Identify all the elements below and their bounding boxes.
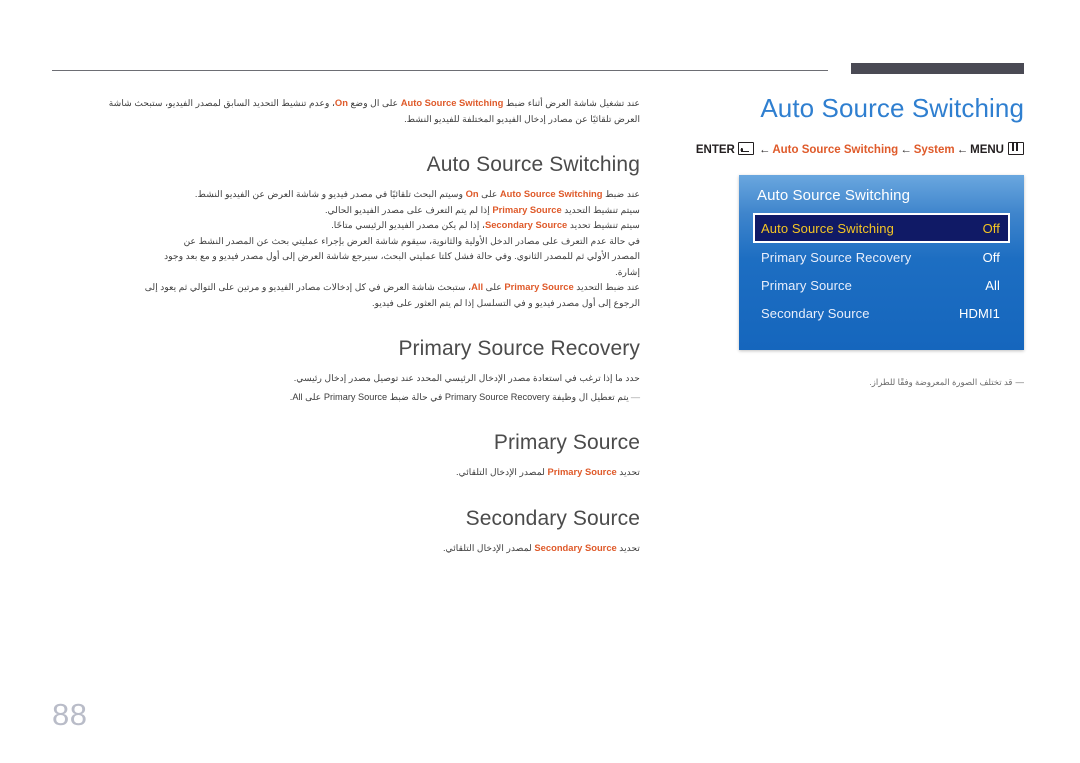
section-0-line-6-text-0: عند ضبط التحديد xyxy=(573,282,640,292)
osd-row-value: All xyxy=(985,277,1000,293)
note-dash: ― xyxy=(1015,377,1025,387)
section-0-paragraph-6: عند ضبط التحديد Primary Source على All، … xyxy=(52,280,640,295)
menu-key-icon xyxy=(1008,142,1024,155)
section-0-line-6-keyword-3: All xyxy=(471,281,484,292)
section-0-paragraph-2: سيتم تنشيط تحديد Secondary Source، إذا ل… xyxy=(52,218,640,233)
section-0-line-7-text-0: الرجوع إلى أول مصدر فيديو و في التسلسل إ… xyxy=(372,297,640,308)
left-body-column: عند تشغيل شاشة العرض أثناء ضبط Auto Sour… xyxy=(52,96,640,555)
section-0-paragraph-5: إشارة. xyxy=(52,265,640,280)
section-2-paragraph-0: تحديد Primary Source لمصدر الإدخال التلق… xyxy=(52,465,640,480)
section-2-line-0-text-2: لمصدر الإدخال التلقائي. xyxy=(456,467,548,477)
note-bullet-dash: ― xyxy=(630,391,640,402)
section-0-line-3-text-0: في حالة عدم التعرف على مصادر الدخل الأول… xyxy=(183,235,640,246)
osd-row-auto-source-switching[interactable]: Auto Source Switching Off xyxy=(753,213,1010,243)
section-0-paragraph-1: سيتم تنشيط التحديد Primary Source إذا لم… xyxy=(52,203,640,218)
section-1-note-text-4: على xyxy=(302,391,324,402)
section-0-line-2-text-2: ، إذا لم يكن مصدر الفيديو الرئيسي متاحًا… xyxy=(331,220,485,230)
intro-paragraph-line-2: العرض تلقائيًا عن مصادر إدخال الفيديو ال… xyxy=(404,113,640,124)
content-sections: Auto Source Switching عند ضبط Auto Source… xyxy=(52,152,640,555)
section-0-paragraph-7: الرجوع إلى أول مصدر فيديو و في التسلسل إ… xyxy=(52,296,640,311)
section-title-secondary-source: Secondary Source xyxy=(465,506,640,530)
nav-enter-label: ENTER xyxy=(695,144,735,156)
section-1-note-text-2: في حالة ضبط xyxy=(387,391,445,402)
section-0-line-0-text-4: وسيتم البحث تلقائيًا في مصدر فيديو و شاش… xyxy=(194,189,466,199)
section-1-note-keyword-3: Primary Source xyxy=(323,391,388,402)
section-title-auto-source-switching: Auto Source Switching xyxy=(426,153,640,176)
section-0-line-0-keyword-1: Auto Source Switching xyxy=(499,188,603,199)
osd-menu-title: Auto Source Switching xyxy=(757,187,911,204)
nav-menu-label: MENU xyxy=(970,144,1004,156)
osd-row-primary-source-recovery[interactable]: Primary Source Recovery Off xyxy=(753,243,1010,271)
enter-key-icon xyxy=(737,142,754,155)
section-0-line-2-text-0: سيتم تنشيط تحديد xyxy=(567,220,640,230)
osd-row-secondary-source[interactable]: Secondary Source HDMI1 xyxy=(753,299,1010,327)
section-0-line-6-text-4: ، ستبحث شاشة العرض في كل إدخالات مصادر ا… xyxy=(144,282,472,292)
nav-arrow-2: ← xyxy=(900,144,912,156)
intro-text-b: على ال وضع xyxy=(347,98,401,108)
osd-row-label: Primary Source Recovery xyxy=(761,249,912,265)
osd-row-primary-source[interactable]: Primary Source All xyxy=(753,271,1010,299)
section-0-line-4-text-0: المصدر الأولي ثم للمصدر الثانوي. وفي حال… xyxy=(164,251,640,261)
section-0-paragraph-0: عند ضبط Auto Source Switching على On وسي… xyxy=(52,187,640,202)
section-1-note: ―يتم تعطيل ال وظيفة Primary Source Recov… xyxy=(52,390,640,405)
section-1-note-keyword-5: All xyxy=(292,391,303,402)
nav-arrow-1: ← xyxy=(758,144,771,156)
osd-row-label: Secondary Source xyxy=(761,305,870,321)
section-0-paragraph-4: المصدر الأولي ثم للمصدر الثانوي. وفي حال… xyxy=(52,249,640,264)
intro-keyword-on: On xyxy=(334,97,348,108)
section-1-note-text-0: يتم تعطيل ال وظيفة xyxy=(549,391,629,402)
section-0-line-6-keyword-1: Primary Source xyxy=(504,281,574,292)
nav-arrow-3: ← xyxy=(956,144,969,156)
section-0-paragraph-3: في حالة عدم التعرف على مصادر الدخل الأول… xyxy=(52,234,640,249)
osd-row-label: Auto Source Switching xyxy=(761,220,894,236)
section-0-line-6-text-2: على xyxy=(483,282,505,292)
intro-keyword-auto-source-switching: Auto Source Switching xyxy=(400,97,504,108)
header-rule-right xyxy=(851,63,1024,74)
section-2-line-0-keyword-1: Primary Source xyxy=(547,466,617,477)
section-2-line-0-text-0: تحديد xyxy=(616,467,640,477)
section-3-line-0-keyword-1: Secondary Source xyxy=(534,541,617,553)
section-title-primary-source-recovery: Primary Source Recovery xyxy=(398,337,640,360)
intro-paragraph-line-1: عند تشغيل شاشة العرض أثناء ضبط Auto Sour… xyxy=(52,96,640,111)
header-rule-left xyxy=(52,70,828,71)
page-number: 88 xyxy=(52,697,88,732)
section-0-line-0-keyword-3: On xyxy=(465,188,479,199)
nav-item-auto-source-switching[interactable]: Auto Source Switching xyxy=(772,144,898,156)
note-text: قد تختلف الصورة المعروضة وفقًا للطراز. xyxy=(869,377,1013,387)
intro-text-a: عند تشغيل شاشة العرض أثناء ضبط xyxy=(503,98,640,108)
model-disclaimer-note: ―قد تختلف الصورة المعروضة وفقًا للطراز. xyxy=(740,376,1024,389)
nav-item-system[interactable]: System xyxy=(914,144,955,156)
section-0-line-1-text-2: إذا لم يتم التعرف على مصدر الفيديو الحال… xyxy=(324,204,493,215)
section-1-line-0-text-0: حدد ما إذا ترغب في استعادة مصدر الإدخال … xyxy=(293,373,640,383)
section-1-paragraph-0: حدد ما إذا ترغب في استعادة مصدر الإدخال … xyxy=(52,371,640,386)
intro-text-c: ، وعدم تنشيط التحديد السابق لمصدر الفيدي… xyxy=(108,98,335,108)
section-0-line-1-text-0: سيتم تنشيط التحديد xyxy=(561,204,640,215)
section-1-note-keyword-1: Primary Source Recovery xyxy=(444,391,550,402)
section-0-line-5-text-0: إشارة. xyxy=(615,266,640,277)
osd-menu-panel: Auto Source Switching Auto Source Switch… xyxy=(739,175,1024,350)
osd-menu-rows: Auto Source Switching Off Primary Source R… xyxy=(753,213,1010,327)
section-title-primary-source: Primary Source xyxy=(493,431,640,454)
osd-row-value: Off xyxy=(982,249,1000,265)
osd-row-label: Primary Source xyxy=(761,277,852,293)
page-title: Auto Source Switching xyxy=(760,93,1024,123)
menu-path-breadcrumb: ENTER ← Auto Source Switching ← System ← MENU xyxy=(640,142,1040,156)
section-0-line-1-keyword-1: Primary Source xyxy=(492,203,562,215)
osd-row-value: Off xyxy=(982,220,1000,236)
osd-row-value: HDMI1 xyxy=(959,305,1000,321)
section-3-line-0-text-2: لمصدر الإدخال التلقائي. xyxy=(443,542,535,553)
section-0-line-0-text-2: على xyxy=(478,189,500,199)
section-0-line-0-text-0: عند ضبط xyxy=(602,189,640,199)
section-3-line-0-text-0: تحديد xyxy=(616,542,640,553)
section-0-line-2-keyword-1: Secondary Source xyxy=(484,219,568,230)
section-3-paragraph-0: تحديد Secondary Source لمصدر الإدخال الت… xyxy=(52,541,640,556)
right-column: Auto Source Switching ENTER ← Auto Source … xyxy=(640,92,1040,156)
